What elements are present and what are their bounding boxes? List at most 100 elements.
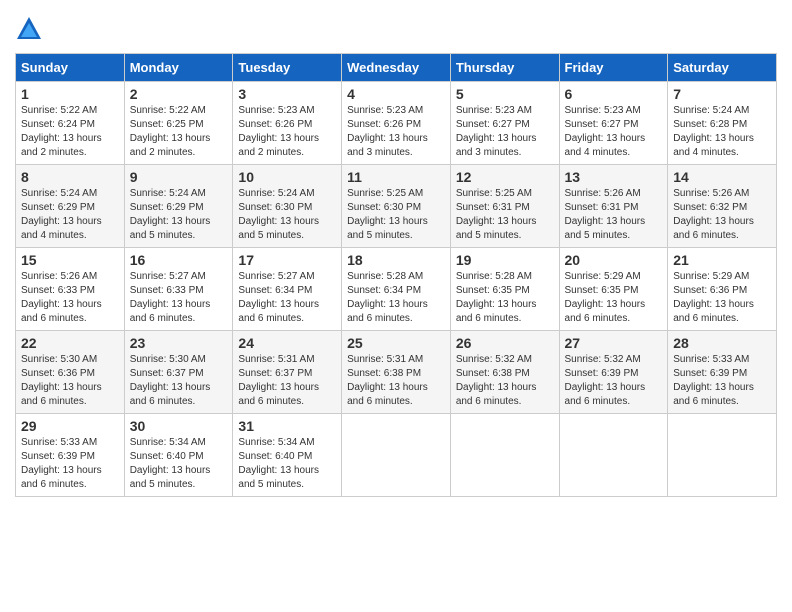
daylight-and-text: and 6 minutes. bbox=[673, 230, 739, 241]
sunrise-text: Sunrise: 5:23 AM bbox=[347, 105, 423, 116]
sunrise-text: Sunrise: 5:23 AM bbox=[565, 105, 641, 116]
sunrise-text: Sunrise: 5:30 AM bbox=[130, 354, 206, 365]
weekday-row: SundayMondayTuesdayWednesdayThursdayFrid… bbox=[16, 54, 777, 82]
sunrise-text: Sunrise: 5:29 AM bbox=[565, 271, 641, 282]
sunrise-text: Sunrise: 5:27 AM bbox=[238, 271, 314, 282]
day-info: Sunrise: 5:29 AMSunset: 6:35 PMDaylight:… bbox=[565, 270, 663, 326]
sunset-text: Sunset: 6:26 PM bbox=[238, 119, 312, 130]
daylight-text: Daylight: 13 hours bbox=[456, 133, 537, 144]
sunrise-text: Sunrise: 5:32 AM bbox=[456, 354, 532, 365]
calendar-cell: 16Sunrise: 5:27 AMSunset: 6:33 PMDayligh… bbox=[124, 248, 233, 331]
calendar-cell: 29Sunrise: 5:33 AMSunset: 6:39 PMDayligh… bbox=[16, 414, 125, 497]
sunrise-text: Sunrise: 5:27 AM bbox=[130, 271, 206, 282]
daylight-text: Daylight: 13 hours bbox=[347, 382, 428, 393]
daylight-and-text: and 5 minutes. bbox=[565, 230, 631, 241]
sunset-text: Sunset: 6:29 PM bbox=[21, 202, 95, 213]
sunrise-text: Sunrise: 5:33 AM bbox=[673, 354, 749, 365]
daylight-and-text: and 2 minutes. bbox=[21, 147, 87, 158]
daylight-text: Daylight: 13 hours bbox=[456, 216, 537, 227]
daylight-and-text: and 6 minutes. bbox=[347, 313, 413, 324]
calendar-week-4: 29Sunrise: 5:33 AMSunset: 6:39 PMDayligh… bbox=[16, 414, 777, 497]
day-info: Sunrise: 5:33 AMSunset: 6:39 PMDaylight:… bbox=[673, 353, 771, 409]
day-info: Sunrise: 5:22 AMSunset: 6:24 PMDaylight:… bbox=[21, 104, 119, 160]
daylight-and-text: and 4 minutes. bbox=[21, 230, 87, 241]
calendar-cell: 26 Sunrise: 5:32 AM Sunset: 6:38 PM Dayligh… bbox=[450, 331, 559, 414]
calendar-cell: 31Sunrise: 5:34 AMSunset: 6:40 PMDayligh… bbox=[233, 414, 342, 497]
day-info: Sunrise: 5:23 AMSunset: 6:26 PMDaylight:… bbox=[238, 104, 336, 160]
day-info: Sunrise: 5:26 AMSunset: 6:32 PMDaylight:… bbox=[673, 187, 771, 243]
sunrise-text: Sunrise: 5:22 AM bbox=[21, 105, 97, 116]
daylight-and-text: and 6 minutes. bbox=[130, 396, 196, 407]
sunset-text: Sunset: 6:36 PM bbox=[673, 285, 747, 296]
daylight-text: Daylight: 13 hours bbox=[238, 216, 319, 227]
daylight-and-text: and 6 minutes. bbox=[21, 479, 87, 490]
sunset-text: Sunset: 6:37 PM bbox=[238, 368, 312, 379]
sunrise-text: Sunrise: 5:31 AM bbox=[347, 354, 423, 365]
day-number: 3 bbox=[238, 86, 336, 102]
daylight-text: Daylight: 13 hours bbox=[130, 382, 211, 393]
daylight-text: Daylight: 13 hours bbox=[565, 133, 646, 144]
daylight-and-text: and 6 minutes. bbox=[456, 313, 522, 324]
calendar-cell: 25Sunrise: 5:31 AMSunset: 6:38 PMDayligh… bbox=[342, 331, 451, 414]
daylight-and-text: and 5 minutes. bbox=[347, 230, 413, 241]
daylight-and-text: and 5 minutes. bbox=[238, 479, 304, 490]
sunset-text: Sunset: 6:39 PM bbox=[565, 368, 639, 379]
sunrise-text: Sunrise: 5:31 AM bbox=[238, 354, 314, 365]
daylight-and-text: and 3 minutes. bbox=[456, 147, 522, 158]
sunrise-text: Sunrise: 5:34 AM bbox=[130, 437, 206, 448]
daylight-text: Daylight: 13 hours bbox=[673, 382, 754, 393]
day-number: 26 bbox=[456, 335, 554, 351]
daylight-and-text: and 5 minutes. bbox=[238, 230, 304, 241]
calendar-cell: 21Sunrise: 5:29 AMSunset: 6:36 PMDayligh… bbox=[668, 248, 777, 331]
day-info: Sunrise: 5:32 AMSunset: 6:39 PMDaylight:… bbox=[565, 353, 663, 409]
day-number: 14 bbox=[673, 169, 771, 185]
calendar-cell: 7Sunrise: 5:24 AMSunset: 6:28 PMDaylight… bbox=[668, 82, 777, 165]
calendar-cell: 19Sunrise: 5:28 AMSunset: 6:35 PMDayligh… bbox=[450, 248, 559, 331]
daylight-and-text: and 6 minutes. bbox=[130, 313, 196, 324]
daylight-text: Daylight: 13 hours bbox=[565, 382, 646, 393]
sunrise-text: Sunrise: 5:28 AM bbox=[456, 271, 532, 282]
calendar-cell: 4Sunrise: 5:23 AMSunset: 6:26 PMDaylight… bbox=[342, 82, 451, 165]
sunrise-text: Sunrise: 5:22 AM bbox=[130, 105, 206, 116]
calendar-cell: 12Sunrise: 5:25 AMSunset: 6:31 PMDayligh… bbox=[450, 165, 559, 248]
calendar-header: SundayMondayTuesdayWednesdayThursdayFrid… bbox=[16, 54, 777, 82]
day-number: 9 bbox=[130, 169, 228, 185]
daylight-and-text: and 6 minutes. bbox=[238, 396, 304, 407]
day-number: 18 bbox=[347, 252, 445, 268]
day-number: 10 bbox=[238, 169, 336, 185]
day-info: Sunrise: 5:34 AMSunset: 6:40 PMDaylight:… bbox=[130, 436, 228, 492]
day-number: 23 bbox=[130, 335, 228, 351]
sunrise-text: Sunrise: 5:26 AM bbox=[21, 271, 97, 282]
day-info: Sunrise: 5:28 AMSunset: 6:35 PMDaylight:… bbox=[456, 270, 554, 326]
day-info: Sunrise: 5:29 AMSunset: 6:36 PMDaylight:… bbox=[673, 270, 771, 326]
day-number: 24 bbox=[238, 335, 336, 351]
day-info: Sunrise: 5:26 AMSunset: 6:33 PMDaylight:… bbox=[21, 270, 119, 326]
day-info: Sunrise: 5:24 AMSunset: 6:29 PMDaylight:… bbox=[21, 187, 119, 243]
calendar-week-1: 8Sunrise: 5:24 AMSunset: 6:29 PMDaylight… bbox=[16, 165, 777, 248]
day-number: 11 bbox=[347, 169, 445, 185]
day-info: Sunrise: 5:30 AMSunset: 6:36 PMDaylight:… bbox=[21, 353, 119, 409]
day-info: Sunrise: 5:26 AMSunset: 6:31 PMDaylight:… bbox=[565, 187, 663, 243]
sunrise-text: Sunrise: 5:24 AM bbox=[238, 188, 314, 199]
day-number: 22 bbox=[21, 335, 119, 351]
day-info: Sunrise: 5:27 AMSunset: 6:33 PMDaylight:… bbox=[130, 270, 228, 326]
daylight-text: Daylight: 13 hours bbox=[456, 382, 537, 393]
weekday-header-tuesday: Tuesday bbox=[233, 54, 342, 82]
daylight-text: Daylight: 13 hours bbox=[347, 133, 428, 144]
sunset-text: Sunset: 6:29 PM bbox=[130, 202, 204, 213]
sunset-text: Sunset: 6:38 PM bbox=[456, 368, 530, 379]
sunset-text: Sunset: 6:35 PM bbox=[456, 285, 530, 296]
calendar-cell: 5Sunrise: 5:23 AMSunset: 6:27 PMDaylight… bbox=[450, 82, 559, 165]
calendar-cell bbox=[450, 414, 559, 497]
sunrise-text: Sunrise: 5:28 AM bbox=[347, 271, 423, 282]
day-number: 31 bbox=[238, 418, 336, 434]
sunset-text: Sunset: 6:38 PM bbox=[347, 368, 421, 379]
calendar-cell: 24Sunrise: 5:31 AMSunset: 6:37 PMDayligh… bbox=[233, 331, 342, 414]
sunset-text: Sunset: 6:33 PM bbox=[130, 285, 204, 296]
daylight-text: Daylight: 13 hours bbox=[130, 133, 211, 144]
calendar-cell bbox=[342, 414, 451, 497]
sunset-text: Sunset: 6:26 PM bbox=[347, 119, 421, 130]
sunrise-text: Sunrise: 5:23 AM bbox=[238, 105, 314, 116]
sunset-text: Sunset: 6:30 PM bbox=[238, 202, 312, 213]
page-header bbox=[15, 15, 777, 43]
